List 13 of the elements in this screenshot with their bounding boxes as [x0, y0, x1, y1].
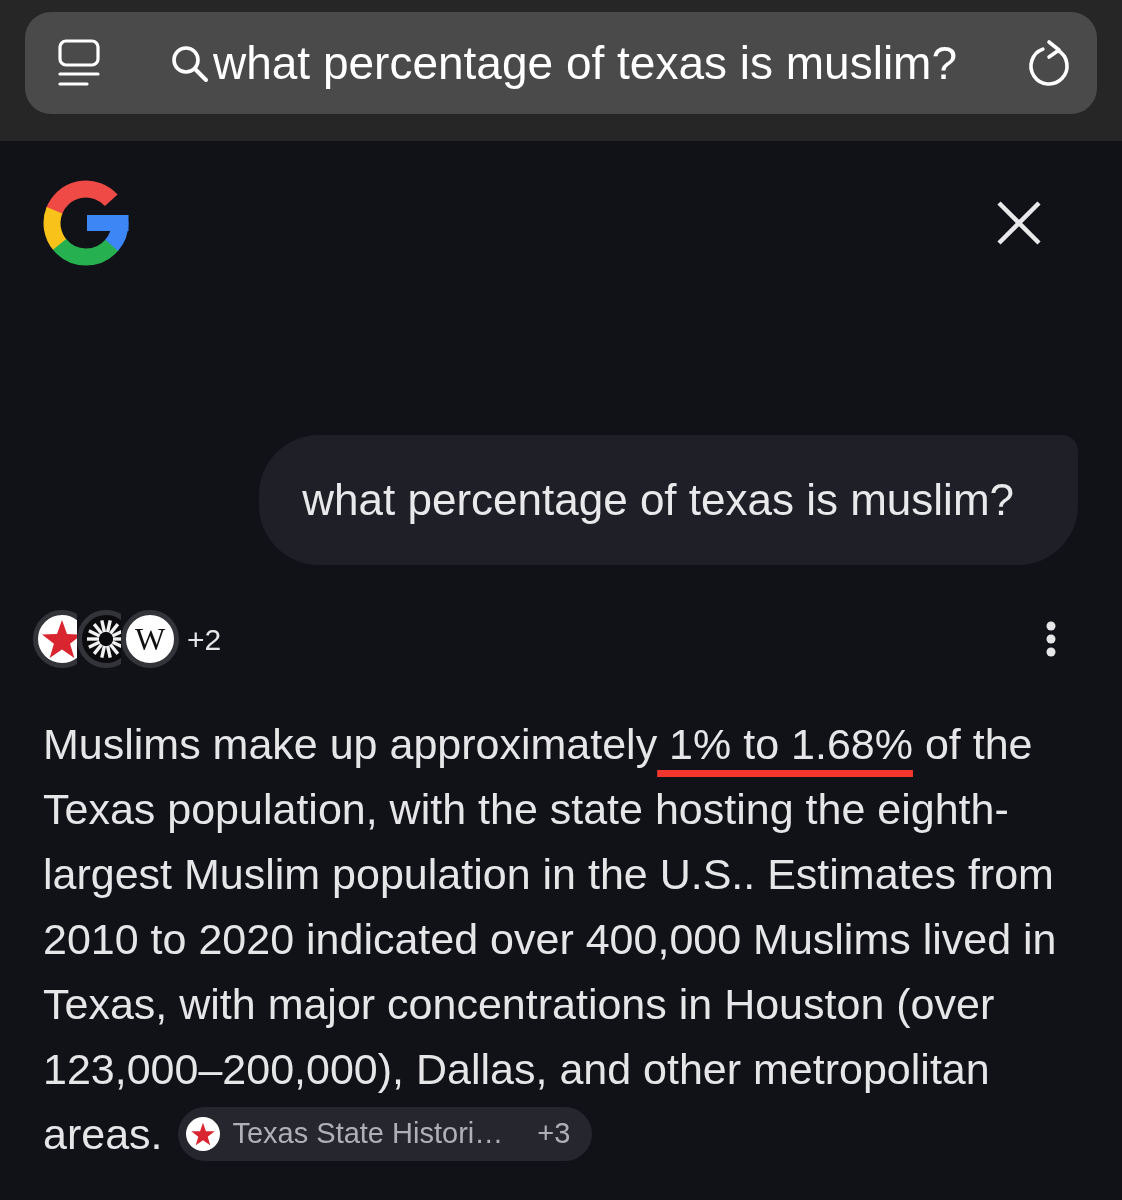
- user-message: what percentage of texas is muslim?: [259, 435, 1078, 565]
- close-icon[interactable]: [996, 200, 1042, 246]
- letter-logo-icon[interactable]: W: [121, 610, 179, 668]
- citation-chip[interactable]: Texas State Histori… +3: [178, 1106, 593, 1161]
- more-options-icon[interactable]: [1044, 621, 1058, 657]
- answer-paragraph: Muslims make up approximately 1% to 1.68% of the Texas population, with the state hosting the eighth-largest Muslim population in the U.S.. Estimates from 2010 to 2020 indicated over 400,000 Muslims lived in Texas, with major concentrations in Houston (over 123,000–200,000), Dallas, and other metropolitan areas. Texas State Histori… +3: [43, 712, 1078, 1167]
- star-logo-icon: [186, 1116, 221, 1151]
- search-bar[interactable]: what percentage of texas is muslim?: [25, 12, 1097, 114]
- search-query: what percentage of texas is muslim?: [213, 35, 957, 91]
- reload-icon[interactable]: [1027, 38, 1071, 88]
- source-count[interactable]: +2: [187, 616, 222, 662]
- tab-switcher-icon[interactable]: [57, 38, 101, 88]
- search-icon: [171, 45, 209, 83]
